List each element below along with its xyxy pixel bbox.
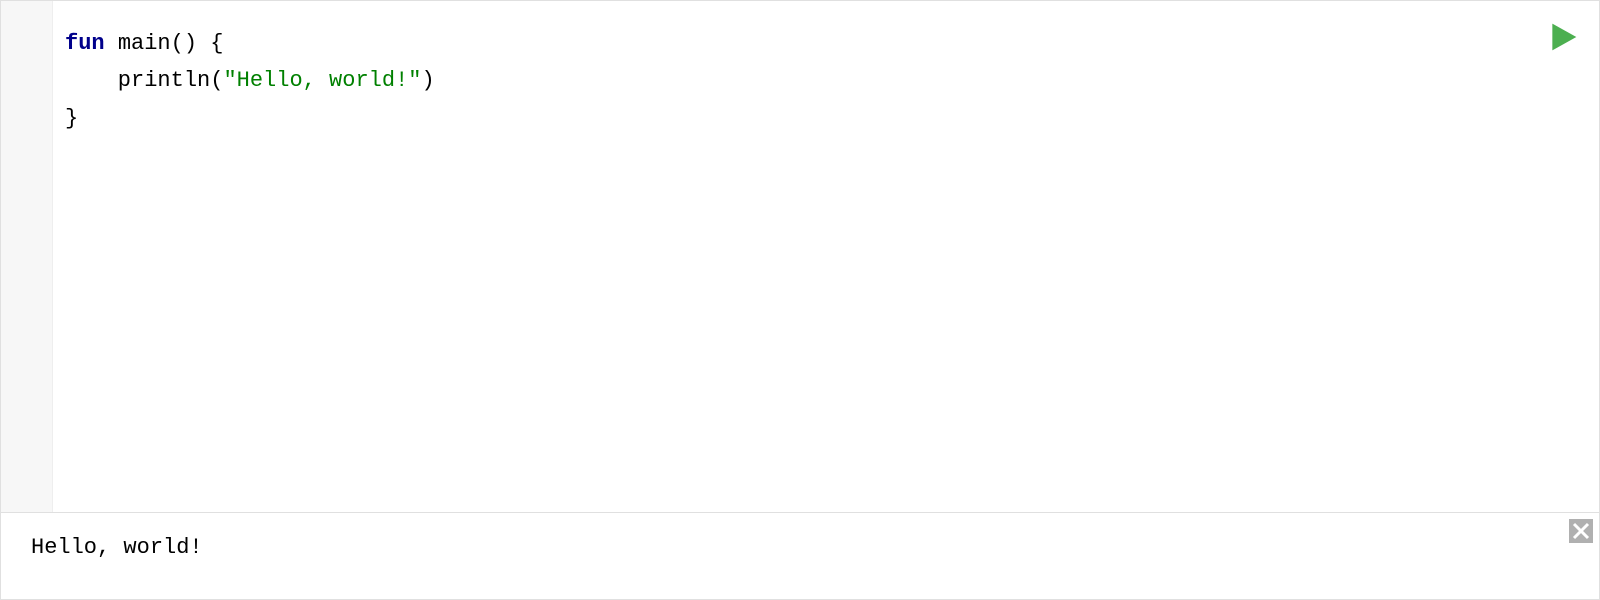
output-panel: Hello, world! [1, 513, 1599, 599]
code-token: ) [421, 68, 434, 93]
editor-gutter [1, 1, 53, 512]
code-token: } [65, 106, 78, 131]
code-line: fun main() { [65, 25, 1587, 62]
code-editor[interactable]: fun main() { println("Hello, world!")} [53, 1, 1599, 512]
close-icon [1569, 519, 1593, 543]
run-button[interactable] [1545, 19, 1581, 55]
code-token: fun [65, 31, 105, 56]
code-editor-area: fun main() { println("Hello, world!")} [1, 1, 1599, 513]
play-icon [1547, 21, 1579, 53]
code-token: println( [65, 68, 223, 93]
code-token [105, 31, 118, 56]
code-token: "Hello, world!" [223, 68, 421, 93]
code-token: main [118, 31, 171, 56]
code-token: () { [171, 31, 224, 56]
output-text: Hello, world! [31, 535, 1569, 560]
close-output-button[interactable] [1569, 519, 1593, 543]
code-playground: fun main() { println("Hello, world!")} H… [0, 0, 1600, 600]
code-line: println("Hello, world!") [65, 62, 1587, 99]
code-line: } [65, 100, 1587, 137]
